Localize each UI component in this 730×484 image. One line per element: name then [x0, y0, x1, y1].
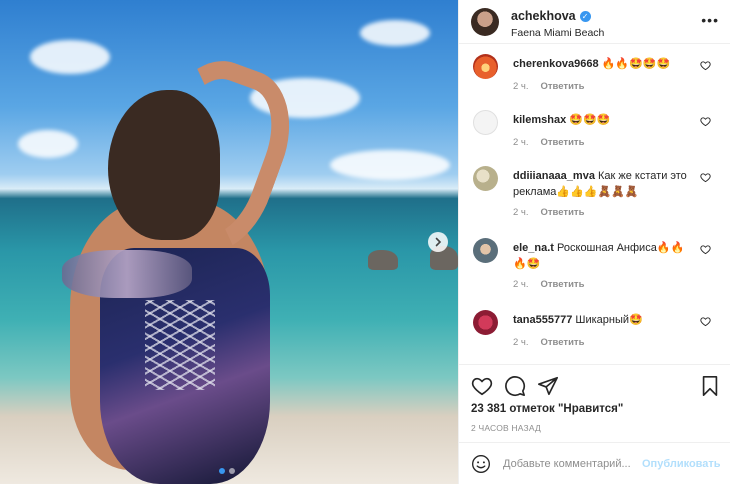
comment-time[interactable]: 2 ч. [513, 337, 529, 348]
post-header: achekhova ✓ Faena Miami Beach ••• [459, 0, 730, 44]
reply-button[interactable]: Ответить [541, 279, 585, 290]
ruffle-sleeve [62, 250, 192, 298]
comment-avatar[interactable] [473, 54, 498, 79]
author-name[interactable]: achekhova ✓ [511, 9, 591, 23]
comment-meta: 2 ч. Ответить [513, 81, 584, 92]
comment-time[interactable]: 2 ч. [513, 207, 529, 218]
likes-count[interactable]: 23 381 отметок "Нравится" [471, 403, 623, 415]
more-options-icon[interactable]: ••• [701, 12, 719, 28]
comment-meta: 2 ч. Ответить [513, 137, 584, 148]
add-comment-bar: Опубликовать [459, 442, 730, 484]
like-comment-heart-icon[interactable] [700, 172, 711, 183]
comment-bubble-icon[interactable] [504, 375, 526, 397]
rock [368, 250, 398, 270]
comment-body: Шикарный🤩 [575, 314, 643, 326]
comment-time[interactable]: 2 ч. [513, 279, 529, 290]
comment-input[interactable] [503, 454, 641, 474]
comment-item: kilemshax 🤩🤩🤩 2 ч. Ответить [459, 106, 730, 162]
post-photo[interactable] [0, 0, 458, 484]
carousel-indicator [219, 468, 235, 474]
share-send-icon[interactable] [537, 375, 559, 397]
chevron-right-icon [435, 237, 442, 247]
hair [108, 90, 220, 240]
post-time[interactable]: 2 ЧАСОВ НАЗАД [471, 423, 541, 433]
lace-up-back [145, 300, 215, 390]
comment-avatar[interactable] [473, 238, 498, 263]
like-comment-heart-icon[interactable] [700, 116, 711, 127]
comment-item: ddiiianaaa_mva Как же кстати это реклама… [459, 162, 730, 236]
comment-username[interactable]: cherenkova9668 [513, 58, 599, 70]
comment-username[interactable]: kilemshax [513, 114, 566, 126]
like-comment-heart-icon[interactable] [700, 60, 711, 71]
cloud [360, 20, 430, 46]
cloud [330, 150, 450, 180]
comment-meta: 2 ч. Ответить [513, 207, 584, 218]
bookmark-save-icon[interactable] [699, 375, 721, 397]
comment-time[interactable]: 2 ч. [513, 137, 529, 148]
comment-meta: 2 ч. Ответить [513, 337, 584, 348]
comment-avatar[interactable] [473, 310, 498, 335]
post-location[interactable]: Faena Miami Beach [511, 27, 604, 39]
comment-text: tana555777 Шикарный🤩 [513, 312, 688, 328]
emoji-icon[interactable] [471, 454, 491, 474]
post-actions: 23 381 отметок "Нравится" 2 ЧАСОВ НАЗАД [459, 364, 730, 444]
comment-item: tana555777 Шикарный🤩 2 ч. Ответить [459, 306, 730, 364]
comments-list[interactable]: cherenkova9668 🔥🔥🤩🤩🤩 2 ч. Ответить kilem… [459, 44, 730, 364]
comment-text: cherenkova9668 🔥🔥🤩🤩🤩 [513, 56, 688, 72]
comment-avatar[interactable] [473, 110, 498, 135]
carousel-next-button[interactable] [428, 232, 448, 252]
comment-username[interactable]: tana555777 [513, 314, 572, 326]
author-username[interactable]: achekhova [511, 9, 576, 23]
cloud [30, 40, 110, 74]
comment-meta: 2 ч. Ответить [513, 279, 584, 290]
reply-button[interactable]: Ответить [541, 81, 585, 92]
cloud [18, 130, 78, 158]
comment-body: 🔥🔥🤩🤩🤩 [601, 58, 671, 70]
carousel-dot-active [219, 468, 225, 474]
comment-item: cherenkova9668 🔥🔥🤩🤩🤩 2 ч. Ответить [459, 50, 730, 106]
comment-username[interactable]: ele_na.t [513, 242, 554, 254]
comment-text: ddiiianaaa_mva Как же кстати это реклама… [513, 168, 688, 200]
post-side-panel: achekhova ✓ Faena Miami Beach ••• cheren… [458, 0, 730, 484]
like-comment-heart-icon[interactable] [700, 244, 711, 255]
like-heart-icon[interactable] [471, 375, 493, 397]
verified-badge-icon: ✓ [579, 10, 591, 22]
comment-text: ele_na.t Роскошная Анфиса🔥🔥🔥🤩 [513, 240, 688, 272]
comment-item: ele_na.t Роскошная Анфиса🔥🔥🔥🤩 2 ч. Ответ… [459, 234, 730, 306]
author-avatar[interactable] [471, 8, 499, 36]
reply-button[interactable]: Ответить [541, 337, 585, 348]
comment-avatar[interactable] [473, 166, 498, 191]
carousel-dot [229, 468, 235, 474]
comment-text: kilemshax 🤩🤩🤩 [513, 112, 688, 128]
reply-button[interactable]: Ответить [541, 137, 585, 148]
like-comment-heart-icon[interactable] [700, 316, 711, 327]
comment-time[interactable]: 2 ч. [513, 81, 529, 92]
comment-username[interactable]: ddiiianaaa_mva [513, 170, 595, 182]
comment-body: 🤩🤩🤩 [569, 114, 611, 126]
publish-button[interactable]: Опубликовать [642, 458, 721, 470]
reply-button[interactable]: Ответить [541, 207, 585, 218]
